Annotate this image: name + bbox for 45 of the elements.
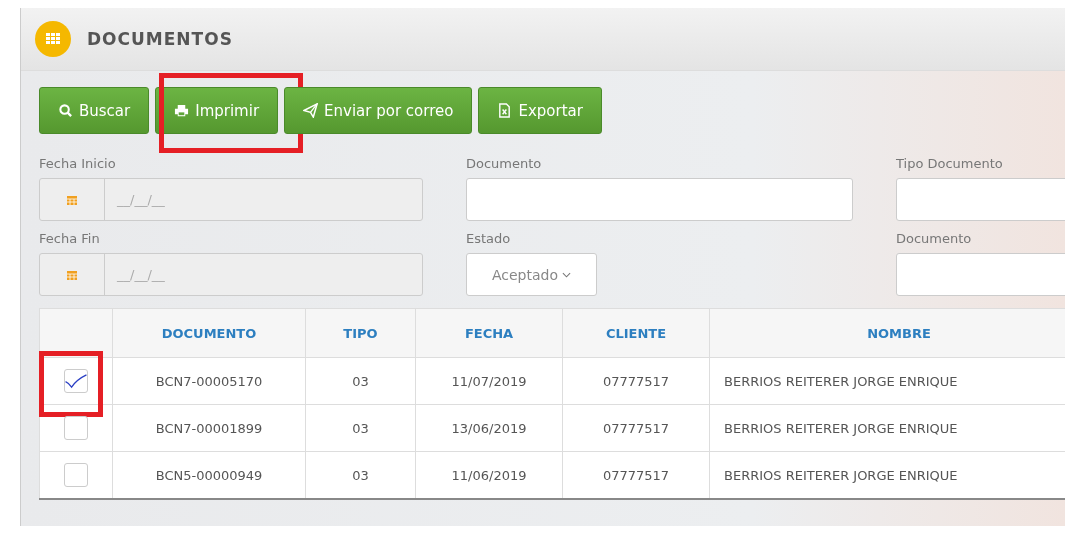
status-dropdown[interactable]: Aceptado bbox=[466, 253, 597, 296]
toolbar-button[interactable]: Exportar bbox=[478, 87, 602, 134]
column-header: NOMBRE bbox=[709, 308, 1065, 358]
table-cell: BCN7-00005170 bbox=[112, 357, 306, 405]
calendar-icon bbox=[66, 193, 78, 206]
text-field[interactable] bbox=[896, 253, 1065, 296]
text-field[interactable] bbox=[466, 178, 853, 221]
search-icon bbox=[58, 103, 73, 118]
table-cell: 07777517 bbox=[562, 451, 710, 499]
calendar-icon bbox=[66, 268, 78, 281]
table-cell: 13/06/2019 bbox=[415, 404, 563, 452]
printer-icon bbox=[174, 103, 190, 118]
table-cell: 03 bbox=[305, 357, 416, 405]
date-field[interactable]: __/__/__ bbox=[39, 253, 423, 296]
toolbar-button[interactable]: Enviar por correo bbox=[284, 87, 473, 134]
chevron-down-icon bbox=[562, 271, 572, 278]
date-field[interactable]: __/__/__ bbox=[39, 178, 423, 221]
toolbar-button[interactable]: Buscar bbox=[39, 87, 150, 134]
paper-plane-icon bbox=[303, 103, 319, 118]
column-header: TIPO bbox=[305, 308, 416, 358]
field-label: Estado bbox=[466, 231, 512, 247]
spreadsheet-icon bbox=[497, 103, 513, 118]
text-field[interactable] bbox=[896, 178, 1065, 221]
table-cell: 11/06/2019 bbox=[415, 451, 563, 499]
table-cell: 07777517 bbox=[562, 357, 710, 405]
field-label: Documento bbox=[466, 156, 543, 172]
grid-icon bbox=[33, 19, 73, 59]
field-label: Fecha Inicio bbox=[39, 156, 117, 172]
table-cell: BCN5-00000949 bbox=[112, 451, 306, 499]
table-cell: 07777517 bbox=[562, 404, 710, 452]
field-label: Tipo Documento bbox=[896, 156, 1004, 172]
field-label: Fecha Fin bbox=[39, 231, 101, 247]
row-checkbox[interactable] bbox=[64, 416, 88, 440]
table-cell: 03 bbox=[305, 404, 416, 452]
column-header: DOCUMENTO bbox=[112, 308, 306, 358]
table-cell: BCN7-00001899 bbox=[112, 404, 306, 452]
page-title: DOCUMENTOS bbox=[87, 29, 233, 49]
column-header: CLIENTE bbox=[562, 308, 710, 358]
table-cell: 03 bbox=[305, 451, 416, 499]
row-checkbox[interactable] bbox=[64, 369, 88, 393]
column-header: FECHA bbox=[415, 308, 563, 358]
table-cell: 11/07/2019 bbox=[415, 357, 563, 405]
toolbar-button[interactable]: Imprimir bbox=[155, 87, 279, 134]
field-label: Documento bbox=[896, 231, 973, 247]
row-checkbox[interactable] bbox=[64, 463, 88, 487]
